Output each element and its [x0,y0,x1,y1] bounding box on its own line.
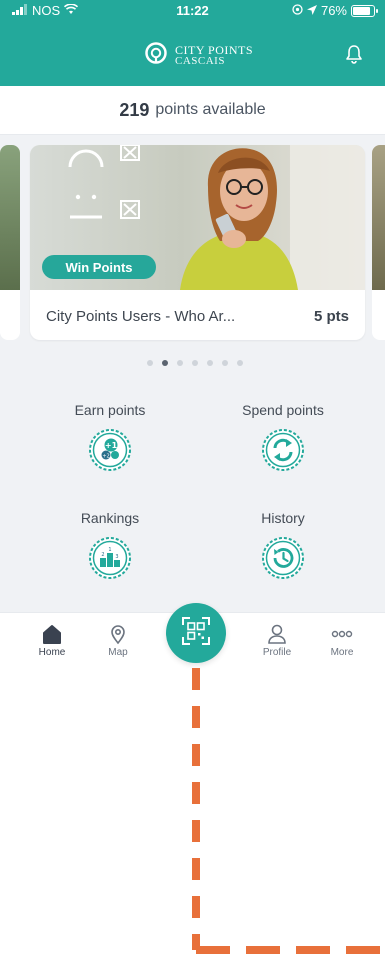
svg-text:+2: +2 [102,454,109,460]
pagination-dot[interactable] [147,360,153,366]
history-clock-icon [261,536,305,580]
lock-rotation-icon [292,3,303,18]
exchange-icon [261,428,305,472]
svg-text:+1: +1 [105,441,118,450]
map-pin-icon [88,623,148,645]
nav-map-label: Map [108,647,128,658]
brand-name: CITY POINTS [175,42,254,57]
carousel-pagination[interactable] [147,360,243,366]
nav-profile[interactable]: Profile [247,623,307,658]
rankings-button[interactable]: Rankings 2 1 3 [40,510,180,580]
pagination-dot[interactable] [162,360,168,366]
nav-more-label: More [330,647,354,658]
qr-scan-icon [181,616,211,651]
nav-map[interactable]: Map [88,623,148,658]
points-value: 219 [119,99,150,120]
nav-more[interactable]: More [312,623,372,658]
rankings-label: Rankings [80,510,140,526]
history-button[interactable]: History [213,510,353,580]
history-label: History [261,510,305,526]
spend-points-button[interactable]: Spend points [213,402,353,472]
pagination-dot[interactable] [222,360,228,366]
points-summary: 219 points available [0,86,385,135]
win-points-badge: Win Points [42,255,156,279]
pagination-dot[interactable] [207,360,213,366]
pagination-dot[interactable] [177,360,183,366]
challenge-card-image: Win Points [30,145,365,290]
battery-icon [351,4,378,17]
brand-logo: CITY POINTS CASCAIS [145,42,253,69]
scan-qr-button[interactable] [166,603,226,663]
nav-home-label: Home [38,647,66,658]
svg-text:3: 3 [115,554,118,560]
nav-profile-label: Profile [262,647,292,658]
pagination-dot[interactable] [192,360,198,366]
city-points-logo-icon [145,42,167,69]
home-icon [22,623,82,645]
brand-city: CASCAIS [175,54,225,67]
notifications-button[interactable] [345,44,363,69]
profile-icon [247,623,307,645]
annotation-dashed-line-horizontal [196,946,385,954]
challenge-points: 5 pts [313,308,349,325]
earn-points-label: Earn points [74,402,146,418]
location-icon [306,3,317,18]
pagination-dot[interactable] [237,360,243,366]
more-icon [312,623,372,645]
earn-points-button[interactable]: Earn points +1 +2 [40,402,180,472]
earn-points-icon: +1 +2 [88,428,132,472]
carousel-next-card[interactable] [372,145,385,340]
podium-icon: 2 1 3 [88,536,132,580]
nav-home[interactable]: Home [22,623,82,658]
spend-points-label: Spend points [242,402,324,418]
battery-percent: 76% [320,3,347,18]
points-label: points available [155,101,266,118]
status-bar: NOS 11:22 76% [0,0,385,22]
challenge-title: City Points Users - Who Ar... [46,308,236,325]
svg-text:2: 2 [101,552,104,558]
bell-icon [345,45,363,68]
carousel-prev-card[interactable] [0,145,20,340]
app-header: NOS 11:22 76% CITY POINTS CASCAIS [0,0,385,86]
annotation-dashed-line [192,668,200,950]
challenge-card[interactable]: Win Points City Points Users - Who Ar...… [30,145,365,340]
svg-text:1: 1 [108,547,111,553]
